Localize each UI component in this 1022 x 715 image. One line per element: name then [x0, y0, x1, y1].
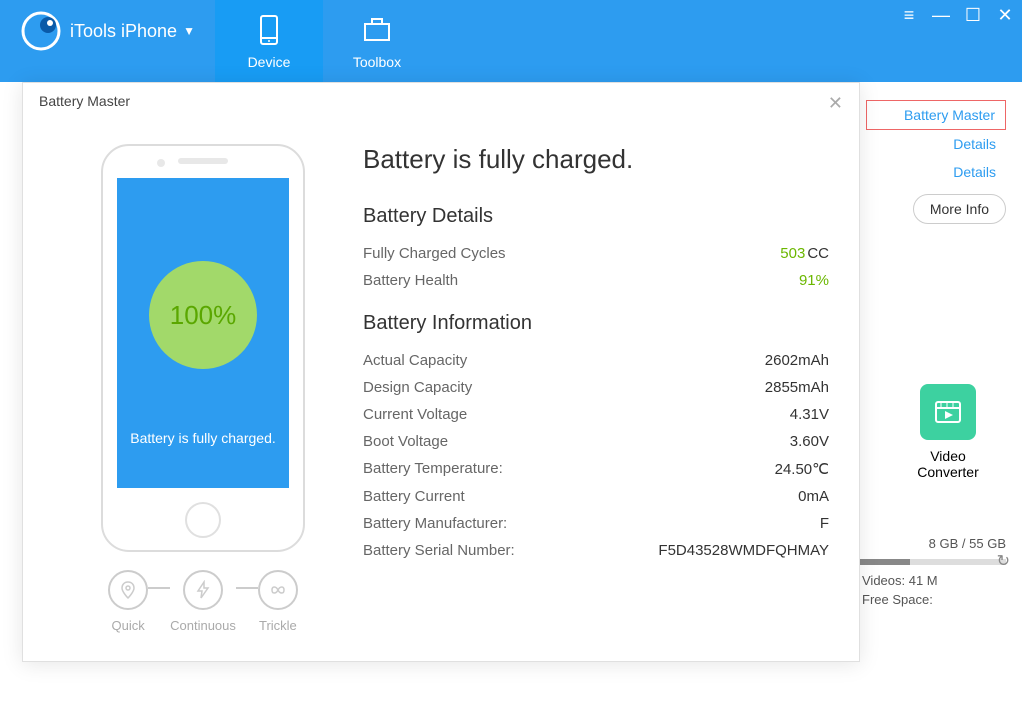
storage-info: 8 GB / 55 GB ↻ Videos: 41 M Free Space:	[846, 536, 1006, 607]
mode-quick-label: Quick	[111, 618, 144, 633]
phone-camera-icon	[157, 159, 165, 167]
row-label: Battery Serial Number:	[363, 542, 515, 559]
phone-home-button	[185, 502, 221, 538]
tab-toolbox[interactable]: Toolbox	[323, 0, 431, 82]
row-value: 2602mAh	[765, 352, 829, 369]
close-icon[interactable]: ✕	[996, 6, 1014, 24]
row-battery-health: Battery Health 91%	[363, 267, 829, 294]
legend-videos-label: Videos: 41 M	[862, 573, 938, 588]
row-actual-capacity: Actual Capacity 2602mAh	[363, 347, 829, 374]
titlebar: iTools iPhone ▼ Device Toolbox ≡ — ☐ ✕	[0, 0, 1022, 82]
phone-frame: 100% Battery is fully charged.	[101, 144, 305, 552]
maximize-icon[interactable]: ☐	[964, 6, 982, 24]
infinity-icon	[258, 570, 298, 610]
battery-master-modal: Battery Master ✕ 100% Battery is fully c…	[22, 82, 860, 662]
row-label: Battery Health	[363, 272, 458, 289]
battery-details-subhead: Battery Details	[363, 205, 829, 228]
mode-continuous-label: Continuous	[170, 618, 236, 633]
phone-speaker-icon	[178, 158, 228, 164]
row-label: Fully Charged Cycles	[363, 245, 506, 262]
bolt-icon	[183, 570, 223, 610]
mode-trickle[interactable]: Trickle	[258, 570, 298, 633]
row-battery-current: Battery Current 0mA	[363, 483, 829, 510]
row-value: 503CC	[780, 245, 829, 262]
tab-toolbox-label: Toolbox	[323, 54, 431, 70]
row-value: 3.60V	[790, 433, 829, 450]
details-link-1[interactable]: Details	[866, 130, 1006, 158]
row-label: Battery Manufacturer:	[363, 515, 507, 532]
legend-videos: Videos: 41 M	[846, 573, 1006, 588]
charge-status-heading: Battery is fully charged.	[363, 144, 829, 175]
charge-modes: Quick Continuous Trickle	[53, 570, 353, 633]
mode-trickle-label: Trickle	[259, 618, 297, 633]
phone-status-text: Battery is fully charged.	[130, 430, 276, 446]
modal-header: Battery Master ✕	[23, 83, 859, 124]
row-value: F5D43528WMDFQHMAY	[658, 542, 829, 559]
phone-screen: 100% Battery is fully charged.	[117, 178, 289, 488]
battery-percent-circle: 100%	[149, 261, 257, 369]
video-converter-tile[interactable]: Video Converter	[898, 384, 998, 480]
video-converter-label: Video Converter	[898, 448, 998, 480]
row-label: Current Voltage	[363, 406, 467, 423]
phone-column: 100% Battery is fully charged. Quick	[53, 144, 353, 633]
row-current-voltage: Current Voltage 4.31V	[363, 401, 829, 428]
window-controls: ≡ — ☐ ✕	[900, 6, 1014, 24]
row-battery-temperature: Battery Temperature: 24.50℃	[363, 455, 829, 483]
app-title: iTools iPhone	[70, 21, 177, 42]
nav-tabs: Device Toolbox	[215, 0, 431, 82]
device-icon	[251, 12, 287, 48]
refresh-icon[interactable]: ↻	[997, 551, 1010, 571]
battery-info-subhead: Battery Information	[363, 312, 829, 335]
row-value: 0mA	[798, 488, 829, 505]
row-value: 2855mAh	[765, 379, 829, 396]
minimize-icon[interactable]: —	[932, 6, 950, 24]
app-brand[interactable]: iTools iPhone ▼	[0, 0, 215, 82]
info-column: Battery is fully charged. Battery Detail…	[353, 144, 829, 633]
row-label: Design Capacity	[363, 379, 472, 396]
storage-text: 8 GB / 55 GB	[846, 536, 1006, 551]
row-value: 24.50℃	[775, 460, 829, 478]
row-label: Boot Voltage	[363, 433, 448, 450]
row-value: 4.31V	[790, 406, 829, 423]
tab-device-label: Device	[215, 54, 323, 70]
legend-free-label: Free Space:	[862, 592, 933, 607]
toolbox-icon	[359, 12, 395, 48]
legend-free: Free Space:	[846, 592, 1006, 607]
details-link-2[interactable]: Details	[866, 158, 1006, 186]
side-panel: Battery Master Details Details More Info	[866, 100, 1006, 224]
row-value: 91%	[799, 272, 829, 289]
mode-quick[interactable]: Quick	[108, 570, 148, 633]
app-dropdown-caret-icon[interactable]: ▼	[183, 24, 195, 38]
row-charged-cycles: Fully Charged Cycles 503CC	[363, 240, 829, 267]
mode-connector	[148, 587, 170, 589]
row-boot-voltage: Boot Voltage 3.60V	[363, 428, 829, 455]
row-label: Battery Temperature:	[363, 460, 503, 478]
mode-connector	[236, 587, 258, 589]
mode-continuous[interactable]: Continuous	[170, 570, 236, 633]
modal-title: Battery Master	[39, 93, 130, 114]
row-battery-manufacturer: Battery Manufacturer: F	[363, 510, 829, 537]
pin-icon	[108, 570, 148, 610]
battery-master-link[interactable]: Battery Master	[866, 100, 1006, 130]
menu-icon[interactable]: ≡	[900, 6, 918, 24]
row-battery-serial: Battery Serial Number: F5D43528WMDFQHMAY	[363, 537, 829, 564]
app-logo-icon	[20, 10, 62, 52]
modal-close-icon[interactable]: ✕	[828, 93, 843, 114]
tab-device[interactable]: Device	[215, 0, 323, 82]
row-value: F	[820, 515, 829, 532]
more-info-button[interactable]: More Info	[913, 194, 1006, 224]
row-design-capacity: Design Capacity 2855mAh	[363, 374, 829, 401]
storage-bar: ↻	[846, 559, 1006, 565]
battery-percent-value: 100%	[170, 300, 237, 331]
video-converter-icon	[920, 384, 976, 440]
modal-body: 100% Battery is fully charged. Quick	[23, 124, 859, 653]
row-label: Battery Current	[363, 488, 465, 505]
row-label: Actual Capacity	[363, 352, 467, 369]
